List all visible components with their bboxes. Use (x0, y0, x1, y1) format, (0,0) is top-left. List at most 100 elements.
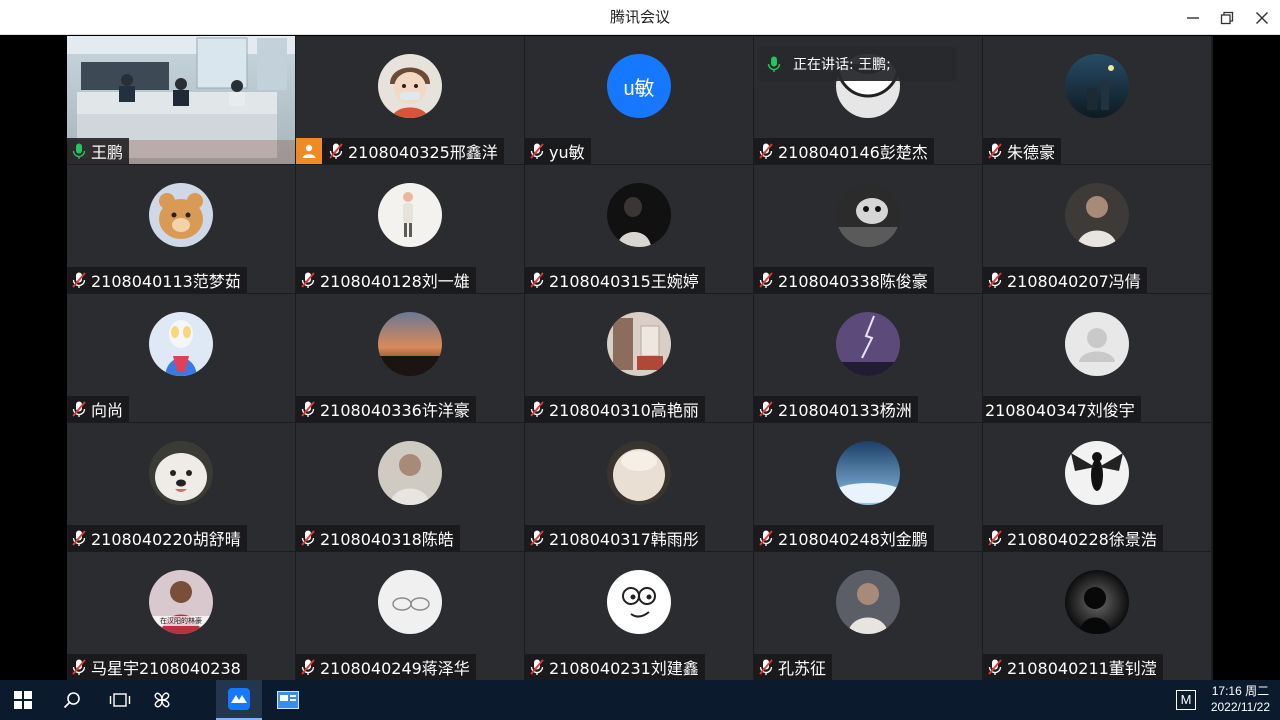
participant-grid: 王鹏 2108040325邢鑫洋 u敏 yu敏 2108040146彭楚杰 朱德豪 2108… (67, 36, 1213, 681)
participant-tile[interactable]: 2108040336许洋豪 (296, 294, 524, 422)
participant-name: 2108040347刘俊宇 (985, 401, 1135, 420)
participant-tile[interactable]: 2108040211董钊滢 (983, 552, 1211, 680)
participant-avatar (836, 183, 900, 247)
participant-name-bar: 2108040211董钊滢 (983, 654, 1163, 680)
participant-avatar (836, 312, 900, 376)
participant-tile[interactable]: 2108040248刘金鹏 (754, 423, 982, 551)
participant-name-bar: 2108040318陈皓 (296, 525, 460, 551)
participant-avatar (1065, 570, 1129, 634)
participant-avatar (836, 441, 900, 505)
participant-name: yu敏 (549, 143, 585, 162)
mic-muted-icon (983, 654, 1007, 680)
participant-tile[interactable]: 2108040207冯倩 (983, 165, 1211, 293)
host-badge-icon (296, 138, 322, 164)
participant-name: 2108040325邢鑫洋 (348, 143, 498, 162)
participant-avatar (607, 441, 671, 505)
participant-avatar (836, 570, 900, 634)
pinwheel-icon (154, 692, 170, 708)
speaking-indicator: 正在讲话: 王鹏; (757, 47, 957, 81)
participant-tile[interactable]: 2108040318陈皓 (296, 423, 524, 551)
participant-tile[interactable]: 2108040128刘一雄 (296, 165, 524, 293)
mic-muted-icon (67, 267, 91, 293)
participant-tile[interactable]: 2108040220胡舒晴 (67, 423, 295, 551)
mic-muted-icon (67, 525, 91, 551)
mic-muted-icon (754, 138, 778, 164)
pinwheel-app-button[interactable] (139, 680, 185, 720)
participant-tile[interactable]: 2108040133杨洲 (754, 294, 982, 422)
mic-on-icon (67, 138, 91, 164)
participant-tile[interactable]: 2108040113范梦茹 (67, 165, 295, 293)
speaking-label: 正在讲话: 王鹏; (793, 57, 891, 73)
participant-name-bar: 2108040325邢鑫洋 (296, 138, 504, 164)
participant-name-bar: 孔苏征 (754, 654, 833, 680)
participant-tile[interactable]: 2108040325邢鑫洋 (296, 36, 524, 164)
participant-tile[interactable]: 2108040310高艳丽 (525, 294, 753, 422)
participant-name-bar: yu敏 (525, 138, 591, 164)
participant-avatar (1065, 183, 1129, 247)
participant-name-bar: 2108040347刘俊宇 (983, 396, 1141, 422)
participant-name-bar: 2108040315王婉婷 (525, 267, 705, 293)
task-view-button[interactable] (97, 680, 143, 720)
participant-tile[interactable]: 2108040249蒋泽华 (296, 552, 524, 680)
participant-name-bar: 2108040231刘建鑫 (525, 654, 705, 680)
participant-name: 2108040207冯倩 (1007, 272, 1141, 291)
participant-avatar (378, 54, 442, 118)
system-clock[interactable]: 17:16 周二 2022/11/22 (1211, 683, 1270, 715)
participant-name-bar: 2108040248刘金鹏 (754, 525, 934, 551)
participant-tile[interactable]: 王鹏 (67, 36, 295, 164)
mic-muted-icon (754, 396, 778, 422)
participant-name: 2108040336许洋豪 (320, 401, 470, 420)
window-title: 腾讯会议 (609, 8, 670, 26)
mic-muted-icon (983, 525, 1007, 551)
participant-name: 向尚 (91, 401, 124, 420)
participant-tile[interactable]: 向尚 (67, 294, 295, 422)
participant-name: 2108040146彭楚杰 (778, 143, 928, 162)
participant-name: 2108040228徐景浩 (1007, 530, 1157, 549)
participant-name-bar: 2108040113范梦茹 (67, 267, 247, 293)
participant-name: 2108040310高艳丽 (549, 401, 699, 420)
participant-name-bar: 2108040146彭楚杰 (754, 138, 934, 164)
taskbar: 17:16 周二 2022/11/22 (0, 680, 1280, 720)
mic-muted-icon (67, 654, 91, 680)
participant-avatar (378, 183, 442, 247)
participant-name: 2108040231刘建鑫 (549, 659, 699, 678)
close-button[interactable] (1245, 0, 1279, 35)
input-method-indicator[interactable]: M (1176, 690, 1196, 710)
minimize-button[interactable] (1176, 0, 1210, 35)
participant-name: 2108040128刘一雄 (320, 272, 470, 291)
mic-muted-icon (296, 525, 320, 551)
mic-muted-icon (67, 396, 91, 422)
participant-avatar (378, 312, 442, 376)
mic-muted-icon (525, 396, 549, 422)
participant-name-bar: 2108040249蒋泽华 (296, 654, 476, 680)
mic-muted-icon (324, 138, 348, 164)
participant-tile[interactable]: 2108040317韩雨彤 (525, 423, 753, 551)
mic-muted-icon (525, 267, 549, 293)
participant-name-bar: 马星宇2108040238 (67, 654, 247, 680)
participant-avatar (1065, 54, 1129, 118)
participant-tile[interactable]: 2108040231刘建鑫 (525, 552, 753, 680)
mic-muted-icon (754, 654, 778, 680)
participant-tile[interactable]: 2108040338陈俊豪 (754, 165, 982, 293)
participant-tile[interactable]: 朱德豪 (983, 36, 1211, 164)
participant-tile[interactable]: 孔苏征 (754, 552, 982, 680)
app-window-taskbar-button[interactable] (265, 680, 311, 720)
participant-tile[interactable]: 在汉阳的林豪马星宇2108040238 (67, 552, 295, 680)
participant-tile[interactable]: 2108040228徐景浩 (983, 423, 1211, 551)
participant-tile[interactable]: 2108040315王婉婷 (525, 165, 753, 293)
participant-name-bar: 2108040336许洋豪 (296, 396, 476, 422)
participant-tile[interactable]: 2108040347刘俊宇 (983, 294, 1211, 422)
mic-muted-icon (983, 138, 1007, 164)
participant-tile[interactable]: u敏 yu敏 (525, 36, 753, 164)
avatar-caption: 在汉阳的林豪 (160, 617, 202, 625)
search-button[interactable] (49, 680, 95, 720)
participant-name-bar: 朱德豪 (983, 138, 1062, 164)
restore-button[interactable] (1210, 0, 1244, 35)
participant-name: 2108040211董钊滢 (1007, 659, 1157, 678)
start-button[interactable] (0, 680, 46, 720)
windows-icon (14, 691, 32, 709)
tencent-meeting-taskbar-button[interactable] (216, 680, 262, 720)
app-window-icon (277, 691, 299, 709)
participant-name-bar: 2108040128刘一雄 (296, 267, 476, 293)
participant-name: 2108040317韩雨彤 (549, 530, 699, 549)
